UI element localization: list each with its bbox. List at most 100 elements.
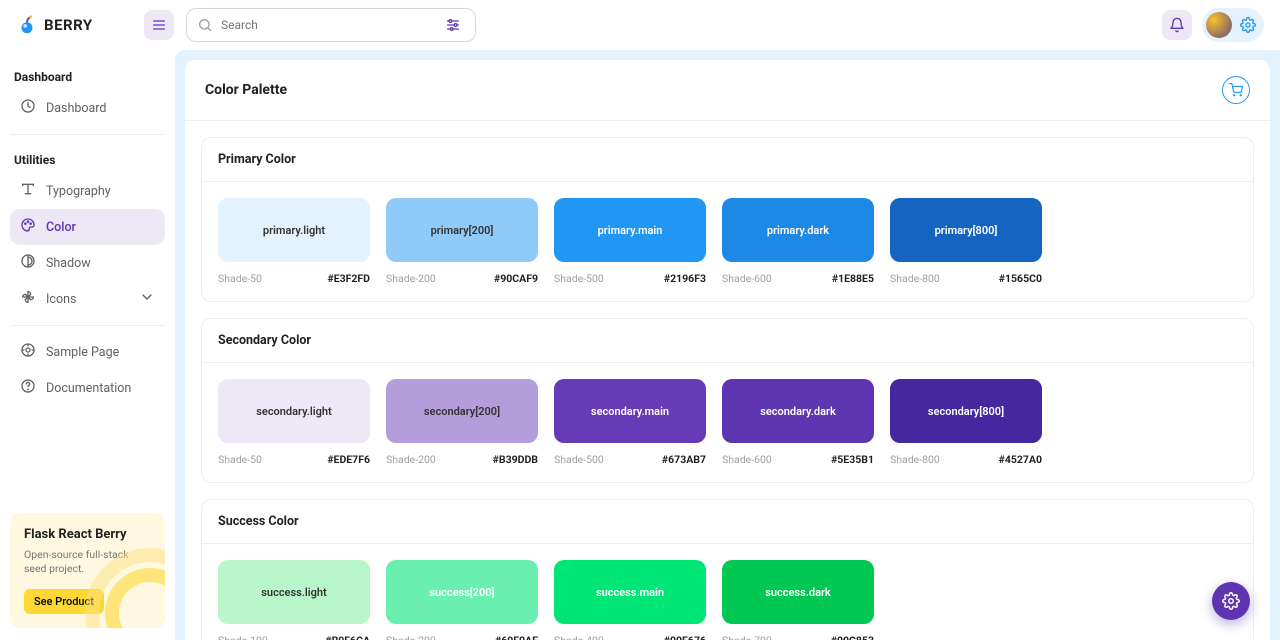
color-swatch[interactable]: success.light [218, 560, 370, 624]
shade-label: Shade-700 [722, 634, 772, 640]
swatch-column: success.dark Shade-700 #00C853 [722, 560, 874, 640]
gear-icon [1240, 17, 1256, 33]
color-swatch[interactable]: primary[200] [386, 198, 538, 262]
hex-value: #1E88E5 [832, 272, 874, 285]
store-link-button[interactable] [1222, 76, 1250, 104]
logo[interactable]: BERRY [16, 14, 144, 36]
shadow-icon [20, 253, 36, 273]
shade-label: Shade-50 [218, 453, 262, 466]
color-swatch[interactable]: success.main [554, 560, 706, 624]
color-swatch[interactable]: primary.dark [722, 198, 874, 262]
sidebar-item-label: Sample Page [46, 345, 119, 360]
shade-label: Shade-800 [890, 272, 940, 285]
shade-label: Shade-200 [386, 272, 436, 285]
shade-label: Shade-50 [218, 272, 262, 285]
hex-value: #5E35B1 [831, 453, 874, 466]
color-panel: Secondary Color secondary.light Shade-50 #E… [201, 318, 1254, 483]
hex-value: #4527A0 [999, 453, 1042, 466]
search-icon [197, 17, 213, 33]
color-swatch[interactable]: secondary[800] [890, 379, 1042, 443]
hex-value: #1565C0 [999, 272, 1042, 285]
swatch-column: success.light Shade-100 #B9F6CA [218, 560, 370, 640]
hex-value: #00C853 [831, 634, 874, 640]
swatch-column: primary.lightShade-50#E3F2FD [218, 198, 370, 285]
sidebar-item-label: Documentation [46, 381, 131, 396]
windmill-icon [20, 289, 36, 309]
swatch-column: primary.main Shade-500 #2196F3 [554, 198, 706, 285]
app-header: BERRY [0, 0, 1280, 50]
shade-label: Shade-200 [386, 453, 436, 466]
sidebar-item-label: Typography [46, 184, 111, 199]
avatar [1206, 12, 1232, 38]
color-panel: Primary Colorprimary.lightShade-50#E3F2F… [201, 137, 1254, 302]
hex-value: #2196F3 [664, 272, 706, 285]
logo-text: BERRY [44, 16, 93, 34]
sidebar-item-dashboard[interactable]: Dashboard [10, 90, 165, 126]
color-swatch[interactable]: success.dark [722, 560, 874, 624]
sidebar-item-icons[interactable]: Icons [10, 281, 165, 317]
swatch-column: secondary.mainShade-500#673AB7 [554, 379, 706, 466]
swatch-column: primary[800] Shade-800 #1565C0 [890, 198, 1042, 285]
panel-title: Secondary Color [202, 319, 1253, 363]
color-swatch[interactable]: secondary[200] [386, 379, 538, 443]
shade-label: Shade-500 [554, 272, 604, 285]
page-header: Color Palette [185, 60, 1270, 121]
sidebar-item-label: Icons [46, 292, 76, 307]
search-input[interactable] [221, 18, 433, 32]
nav-divider [10, 134, 165, 135]
promo-title: Flask React Berry [24, 527, 151, 542]
shade-label: Shade-800 [890, 453, 940, 466]
sidebar-item-documentation[interactable]: Documentation [10, 370, 165, 406]
settings-fab[interactable] [1212, 582, 1250, 620]
sidebar-item-typography[interactable]: Typography [10, 173, 165, 209]
search-filter-button[interactable] [441, 13, 465, 37]
swatch-column: success[200]Shade-200#69F0AE [386, 560, 538, 640]
color-swatch[interactable]: success[200] [386, 560, 538, 624]
sidebar-item-color[interactable]: Color [10, 209, 165, 245]
swatch-column: primary.dark Shade-600 #1E88E5 [722, 198, 874, 285]
nav-divider [10, 325, 165, 326]
hex-value: #B39DDB [493, 453, 538, 466]
hex-value: #00E676 [664, 634, 706, 640]
chevron-down-icon [139, 289, 155, 309]
panel-title: Success Color [202, 500, 1253, 544]
shade-label: Shade-600 [722, 272, 772, 285]
search-box[interactable] [186, 8, 476, 42]
swatch-column: secondary[800] Shade-800 #4527A0 [890, 379, 1042, 466]
color-swatch[interactable]: primary[800] [890, 198, 1042, 262]
nav-section-utilities: Utilities [10, 143, 165, 173]
swatch-column: primary[200] Shade-200 #90CAF9 [386, 198, 538, 285]
typography-icon [20, 181, 36, 201]
toggle-sidebar-button[interactable] [144, 10, 174, 40]
nav-section-dashboard: Dashboard [10, 60, 165, 90]
shade-label: Shade-500 [554, 453, 604, 466]
sidebar-item-label: Dashboard [46, 101, 106, 116]
shade-label: Shade-100 [218, 634, 268, 640]
sidebar-item-label: Color [46, 220, 76, 235]
color-swatch[interactable]: primary.light [218, 198, 370, 262]
hex-value: #B9F6CA [325, 634, 370, 640]
color-panel: Success Color success.light Shade-100 #B9F6… [201, 499, 1254, 640]
logo-icon [16, 14, 38, 36]
swatch-column: secondary.darkShade-600#5E35B1 [722, 379, 874, 466]
notifications-button[interactable] [1162, 10, 1192, 40]
profile-menu-button[interactable] [1202, 8, 1264, 42]
hex-value: #EDE7F6 [327, 453, 370, 466]
sidebar: Dashboard Dashboard Utilities Typography… [0, 0, 175, 640]
sidebar-item-label: Shadow [46, 256, 91, 271]
color-swatch[interactable]: primary.main [554, 198, 706, 262]
color-swatch[interactable]: secondary.main [554, 379, 706, 443]
dashboard-icon [20, 98, 36, 118]
shade-label: Shade-400 [554, 634, 604, 640]
sidebar-item-shadow[interactable]: Shadow [10, 245, 165, 281]
panel-title: Primary Color [202, 138, 1253, 182]
color-swatch[interactable]: secondary.dark [722, 379, 874, 443]
color-swatch[interactable]: secondary.light [218, 379, 370, 443]
hex-value: #90CAF9 [494, 272, 538, 285]
sidebar-item-sample-page[interactable]: Sample Page [10, 334, 165, 370]
hex-value: #69F0AE [495, 634, 538, 640]
page-title: Color Palette [205, 82, 287, 98]
swatch-column: secondary.light Shade-50 #EDE7F6 [218, 379, 370, 466]
promo-card: Flask React Berry Open-source full-stack… [10, 513, 165, 628]
brand-icon [20, 342, 36, 362]
